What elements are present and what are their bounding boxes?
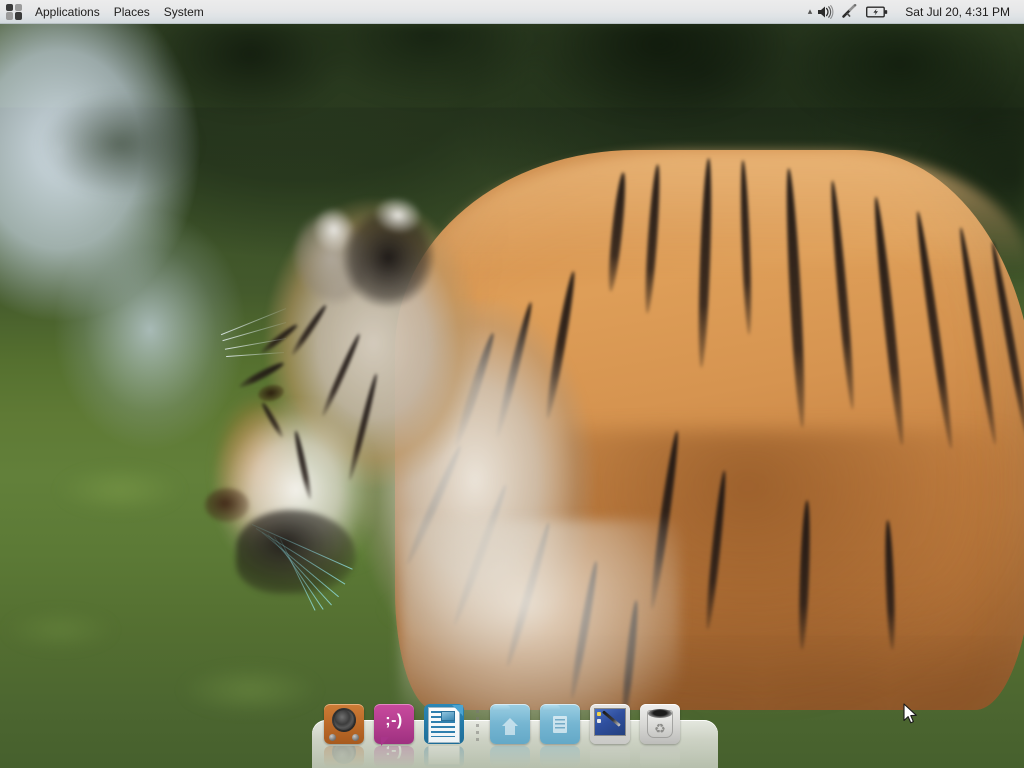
- mint-menu-icon[interactable]: [6, 3, 22, 20]
- chevron-up-icon[interactable]: ▴: [808, 7, 813, 16]
- panel-menu-group: Applications Places System: [0, 0, 211, 24]
- home-folder-icon-reflection: [490, 746, 530, 768]
- battery-icon[interactable]: [866, 5, 888, 19]
- documents-folder-icon: [540, 704, 580, 744]
- menu-system[interactable]: System: [157, 2, 211, 22]
- dock-item-documents-folder[interactable]: [538, 704, 582, 768]
- system-tray: ▴ Sat Jul 20, 4:31 PM: [808, 3, 1024, 21]
- speaker-icon-reflection: [324, 746, 364, 768]
- trash-bin-icon-reflection: [640, 746, 680, 768]
- dock-item-desktop-settings[interactable]: [588, 704, 632, 768]
- desktop-pen-icon-reflection: [590, 746, 630, 768]
- chat-bubble-icon: [374, 704, 414, 746]
- document-writer-icon: [424, 704, 464, 744]
- menu-applications[interactable]: Applications: [28, 2, 107, 22]
- speaker-icon: [324, 704, 364, 744]
- microphone-icon[interactable]: [841, 4, 859, 19]
- clock[interactable]: Sat Jul 20, 4:31 PM: [895, 3, 1018, 21]
- dock-item-messenger[interactable]: [372, 704, 416, 768]
- home-folder-icon: [490, 704, 530, 744]
- document-writer-icon-reflection: [424, 746, 464, 768]
- dock-items: ♻: [312, 700, 718, 768]
- tiger-nose: [205, 488, 249, 522]
- mouse-cursor: [903, 703, 919, 732]
- dock: ♻: [312, 700, 718, 768]
- dock-item-writer[interactable]: [422, 704, 466, 768]
- desktop-wallpaper[interactable]: [0, 0, 1024, 768]
- top-panel: Applications Places System ▴ Sat Jul 20,…: [0, 0, 1024, 24]
- chat-bubble-icon-reflection: [374, 746, 414, 768]
- desktop-pen-icon: [590, 704, 630, 744]
- dock-separator: [472, 704, 482, 748]
- tiger-chest: [400, 520, 680, 730]
- dock-item-audio-player[interactable]: [322, 704, 366, 768]
- trash-bin-icon: ♻: [640, 704, 680, 744]
- volume-speaker-icon[interactable]: [817, 4, 834, 19]
- menu-places[interactable]: Places: [107, 2, 157, 22]
- documents-folder-icon-reflection: [540, 746, 580, 768]
- dock-item-trash[interactable]: ♻: [638, 704, 682, 768]
- dock-item-home-folder[interactable]: [488, 704, 532, 768]
